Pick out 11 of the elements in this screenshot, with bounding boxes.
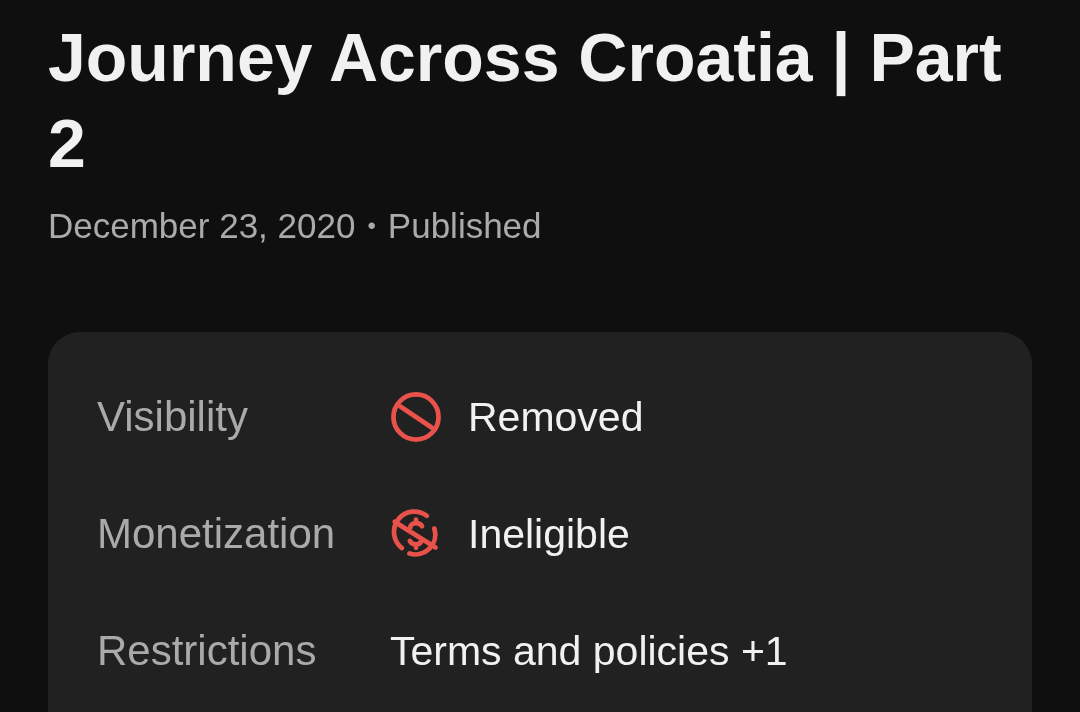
prohibited-icon bbox=[390, 391, 442, 443]
detail-value: Ineligible bbox=[468, 510, 630, 559]
detail-value: Terms and policies +1 bbox=[390, 627, 788, 676]
detail-value: Removed bbox=[468, 393, 644, 442]
detail-label: Monetization bbox=[97, 509, 337, 559]
detail-label: Visibility bbox=[97, 392, 249, 442]
detail-label: Restrictions bbox=[97, 626, 318, 676]
publish-status: Published bbox=[387, 205, 542, 247]
separator-dot: • bbox=[367, 211, 376, 241]
video-title: Journey Across Croatia | Part 2 bbox=[48, 18, 1003, 183]
publish-date: December 23, 2020 bbox=[48, 205, 356, 247]
